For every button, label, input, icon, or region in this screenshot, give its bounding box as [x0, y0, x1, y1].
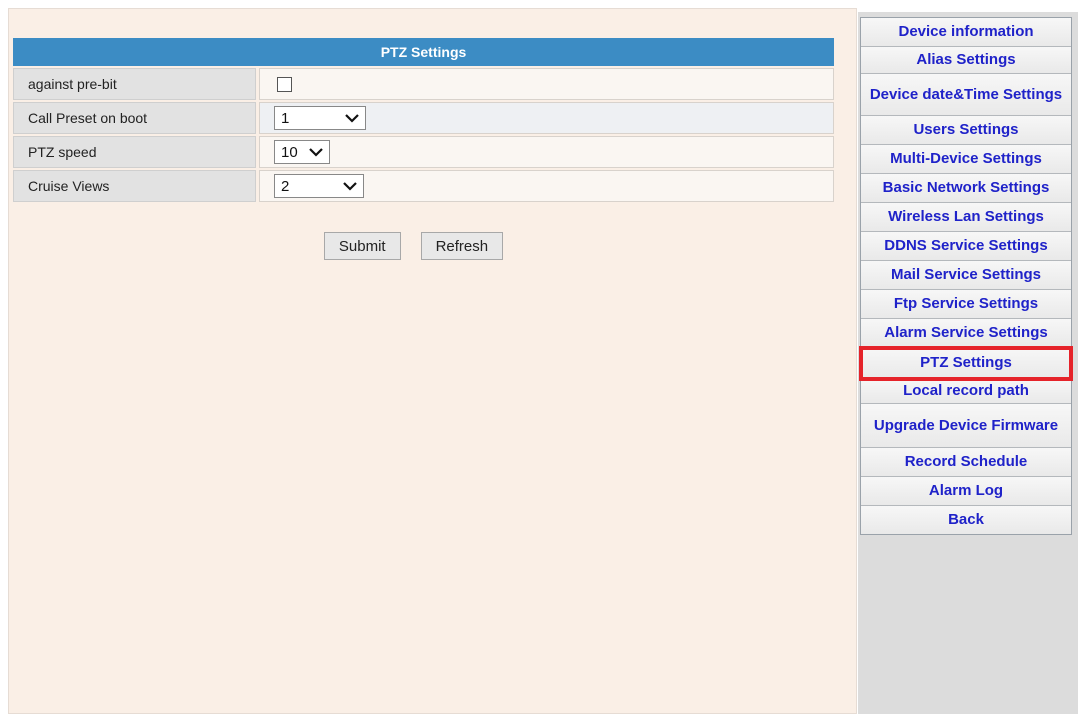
- setting-row-ptz-speed: PTZ speed 10: [13, 136, 834, 168]
- chevron-down-icon: [343, 181, 357, 191]
- setting-label: Call Preset on boot: [13, 102, 256, 134]
- call-preset-select[interactable]: 1: [274, 106, 366, 130]
- setting-row-against-pre-bit: against pre-bit: [13, 68, 834, 100]
- sidebar-item-wireless-lan-settings[interactable]: Wireless Lan Settings: [861, 203, 1071, 232]
- setting-label: PTZ speed: [13, 136, 256, 168]
- sidebar-item-users-settings[interactable]: Users Settings: [861, 116, 1071, 145]
- sidebar-item-record-schedule[interactable]: Record Schedule: [861, 448, 1071, 477]
- sidebar-item-alarm-log[interactable]: Alarm Log: [861, 477, 1071, 506]
- select-value: 2: [281, 177, 290, 195]
- sidebar-item-back[interactable]: Back: [861, 506, 1071, 534]
- setting-row-cruise-views: Cruise Views 2: [13, 170, 834, 202]
- setting-value: 1: [259, 102, 834, 134]
- sidebar-item-ddns-service-settings[interactable]: DDNS Service Settings: [861, 232, 1071, 261]
- main-panel: PTZ Settings against pre-bit Call Preset…: [8, 8, 857, 714]
- setting-value: [259, 68, 834, 100]
- setting-value: 10: [259, 136, 834, 168]
- submit-button[interactable]: Submit: [323, 232, 401, 260]
- sidebar-item-ptz-settings[interactable]: PTZ Settings: [859, 346, 1073, 381]
- setting-row-call-preset-on-boot: Call Preset on boot 1: [13, 102, 834, 134]
- chevron-down-icon: [345, 113, 359, 123]
- setting-value: 2: [259, 170, 834, 202]
- sidebar-item-multi-device-settings[interactable]: Multi-Device Settings: [861, 145, 1071, 174]
- cruise-views-select[interactable]: 2: [274, 174, 364, 198]
- form-buttons: Submit Refresh: [9, 232, 858, 260]
- sidebar-item-basic-network-settings[interactable]: Basic Network Settings: [861, 174, 1071, 203]
- chevron-down-icon: [309, 147, 323, 157]
- select-value: 1: [281, 109, 290, 127]
- sidebar-item-ftp-service-settings[interactable]: Ftp Service Settings: [861, 290, 1071, 319]
- setting-label: Cruise Views: [13, 170, 256, 202]
- ptz-settings-table: PTZ Settings against pre-bit Call Preset…: [13, 38, 834, 202]
- sidebar-item-local-record-path[interactable]: Local record path: [861, 379, 1071, 404]
- sidebar-item-alias-settings[interactable]: Alias Settings: [861, 47, 1071, 74]
- sidebar-nav: Device information Alias Settings Device…: [859, 17, 1073, 535]
- ptz-speed-select[interactable]: 10: [274, 140, 330, 164]
- sidebar-item-upgrade-device-firmware[interactable]: Upgrade Device Firmware: [861, 404, 1071, 448]
- table-title: PTZ Settings: [13, 38, 834, 66]
- sidebar-item-alarm-service-settings[interactable]: Alarm Service Settings: [861, 319, 1071, 348]
- against-pre-bit-checkbox[interactable]: [277, 76, 292, 92]
- select-value: 10: [281, 143, 298, 161]
- sidebar-item-device-information[interactable]: Device information: [861, 18, 1071, 47]
- sidebar-item-mail-service-settings[interactable]: Mail Service Settings: [861, 261, 1071, 290]
- refresh-button[interactable]: Refresh: [420, 232, 504, 260]
- sidebar-item-device-date-time-settings[interactable]: Device date&Time Settings: [861, 74, 1071, 116]
- setting-label: against pre-bit: [13, 68, 256, 100]
